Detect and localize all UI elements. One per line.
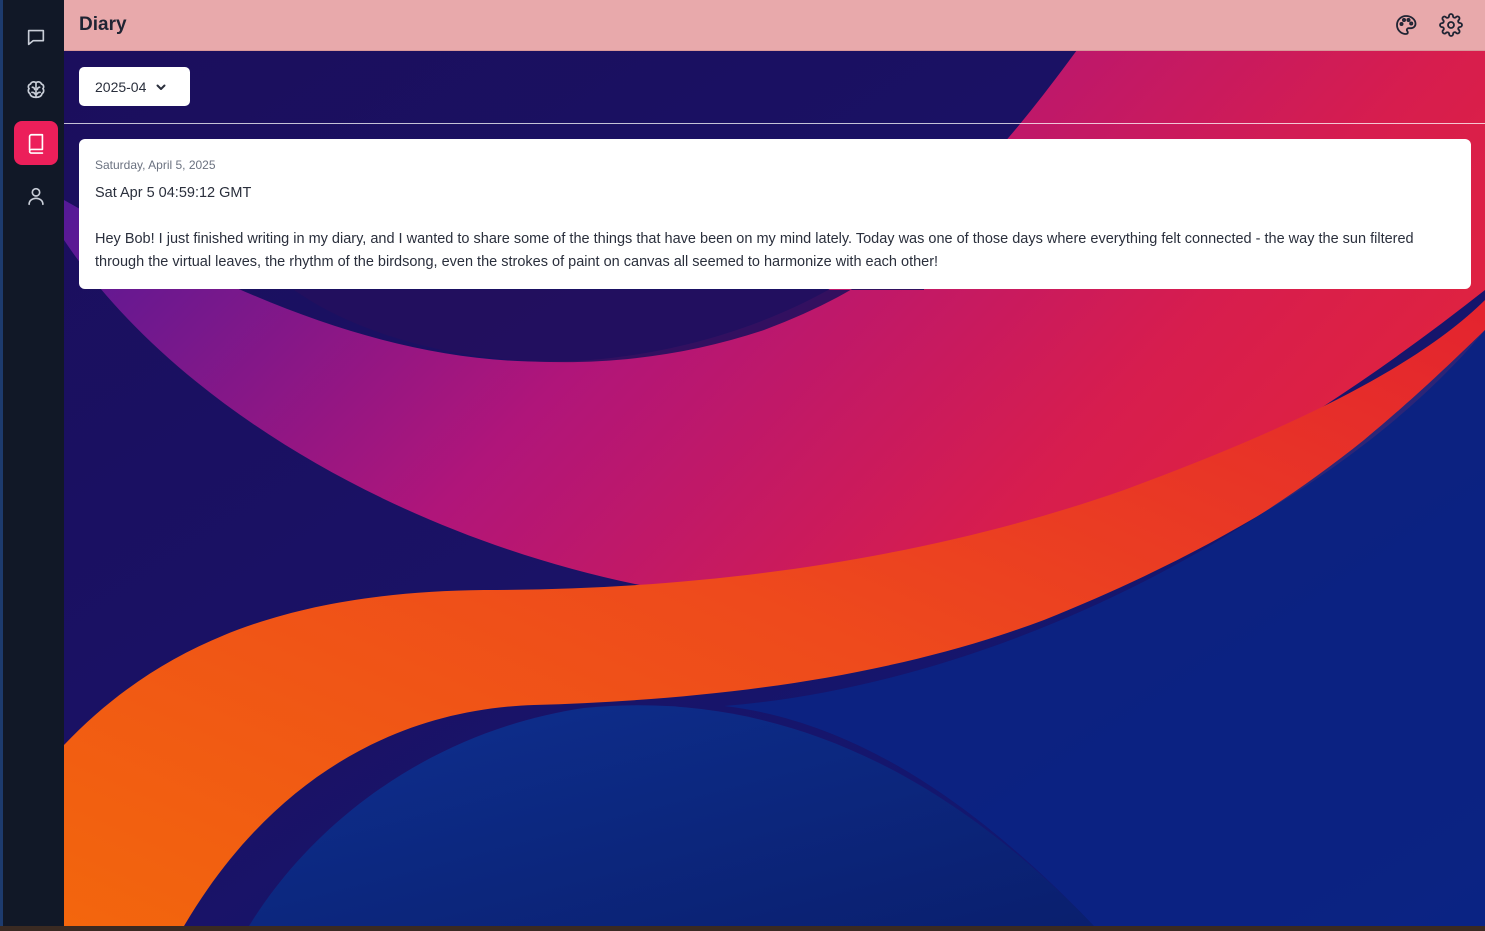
entry-timestamp: Sat Apr 5 04:59:12 GMT — [95, 185, 252, 201]
sidebar-item-chat[interactable] — [14, 15, 58, 59]
diary-entry-card[interactable]: Saturday, April 5, 2025 Sat Apr 5 04:59:… — [79, 139, 1471, 289]
main-panel: Diary 2025-04 Saturday, April 5, 2025 Sa… — [64, 0, 1485, 926]
palette-icon — [1396, 15, 1417, 35]
sidebar-item-diary[interactable] — [14, 121, 58, 165]
chevron-down-icon — [155, 81, 167, 93]
sidebar — [0, 0, 64, 931]
gear-icon — [1439, 13, 1463, 37]
month-select-value: 2025-04 — [95, 78, 147, 95]
month-select[interactable]: 2025-04 — [79, 67, 190, 106]
settings-button[interactable] — [1438, 12, 1464, 38]
divider — [64, 123, 1485, 124]
brain-icon — [27, 81, 45, 99]
sidebar-item-brain[interactable] — [14, 68, 58, 112]
header-bar: Diary — [64, 0, 1485, 51]
entry-date: Saturday, April 5, 2025 — [95, 158, 216, 172]
desktop-edge — [0, 926, 1485, 931]
page-title: Diary — [79, 14, 127, 35]
user-icon — [28, 187, 44, 206]
chat-icon — [27, 29, 45, 46]
book-icon — [28, 133, 44, 154]
app-window: Diary 2025-04 Saturday, April 5, 2025 Sa… — [0, 0, 1485, 931]
theme-button[interactable] — [1393, 12, 1419, 38]
entry-text: Hey Bob! I just finished writing in my d… — [95, 231, 1414, 270]
sidebar-item-profile[interactable] — [14, 174, 58, 218]
